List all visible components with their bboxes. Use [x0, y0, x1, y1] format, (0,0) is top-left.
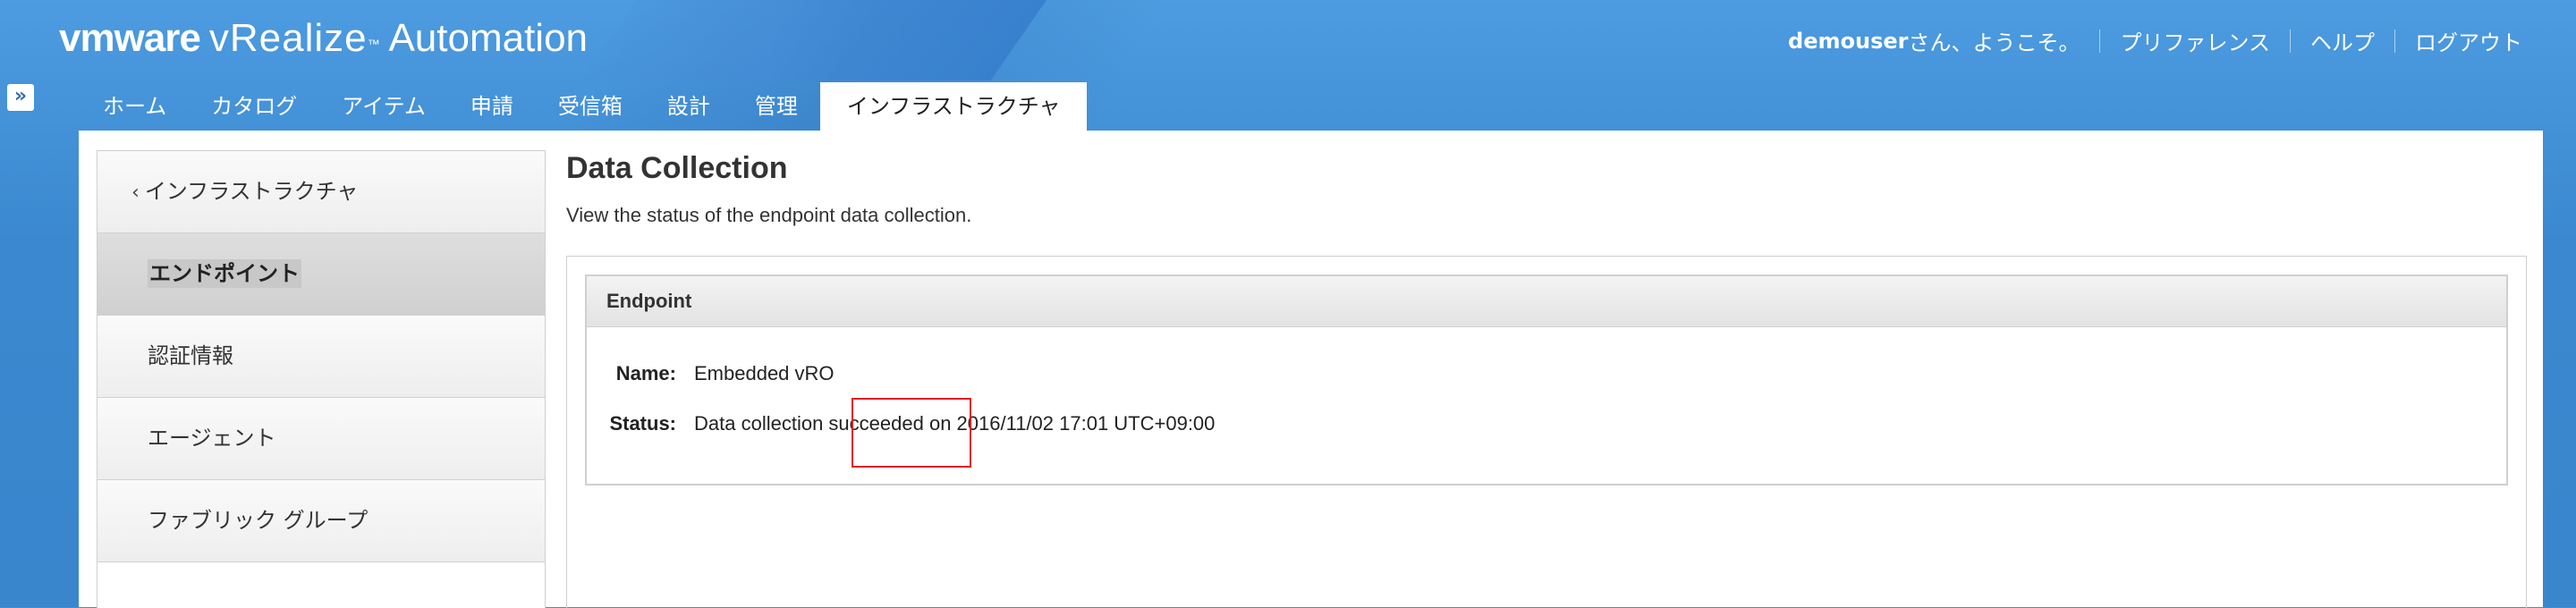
logout-link[interactable]: ログアウト — [2415, 25, 2522, 56]
annotation-highlight-box — [852, 398, 971, 468]
app-logo: vmware vRealize™ Automation — [59, 16, 588, 61]
sidebar-item-fabric-groups[interactable]: ファブリック グループ — [97, 480, 545, 562]
chevron-left-icon: ‹ — [131, 182, 140, 204]
sidebar-item-credentials[interactable]: 認証情報 — [97, 316, 545, 398]
sidebar-item-label: ファブリック グループ — [148, 508, 369, 533]
status-prefix: Data collection — [694, 412, 829, 435]
sidebar-item-agents[interactable]: エージェント — [97, 398, 545, 480]
divider — [2394, 29, 2395, 53]
content-area: Data Collection View the status of the e… — [566, 150, 2534, 608]
main-content: ‹ インフラストラクチャ エンドポイント 認証情報 エージェント ファブリック グ… — [79, 131, 2543, 608]
tab-requests[interactable]: 申請 — [448, 82, 536, 131]
tab-inbox[interactable]: 受信箱 — [536, 82, 645, 131]
sidebar-back-link[interactable]: ‹ インフラストラクチャ — [97, 151, 545, 233]
header-decoration — [581, 0, 1046, 80]
tab-administration[interactable]: 管理 — [733, 82, 820, 131]
name-row: Name: Embedded vRO — [603, 362, 835, 385]
main-tabs: ホーム カタログ アイテム 申請 受信箱 設計 管理 インフラストラクチャ — [80, 82, 1088, 131]
user-name: demouser — [1788, 28, 1909, 54]
details-container: Endpoint Name: Embedded vRO Status: Data c… — [566, 256, 2527, 608]
preferences-link[interactable]: プリファレンス — [2120, 25, 2270, 56]
help-link[interactable]: ヘルプ — [2310, 25, 2375, 56]
panel-header: Endpoint — [587, 276, 2506, 327]
divider — [2099, 29, 2101, 53]
page-subtitle: View the status of the endpoint data col… — [566, 204, 972, 226]
sidebar-back-label: インフラストラクチャ — [144, 179, 359, 204]
status-label: Status: — [609, 412, 676, 435]
trademark-mark: ™ — [367, 37, 380, 51]
tab-catalog[interactable]: カタログ — [189, 82, 319, 131]
product-suffix: Automation — [388, 16, 589, 60]
name-label: Name: — [615, 362, 676, 384]
sidebar-item-label: 認証情報 — [148, 343, 233, 368]
sidebar-item-endpoints[interactable]: エンドポイント — [97, 233, 545, 316]
tab-infrastructure[interactable]: インフラストラクチャ — [819, 82, 1088, 131]
tab-design[interactable]: 設計 — [645, 82, 733, 131]
vmware-logo: vmware — [59, 16, 201, 60]
name-value: Embedded vRO — [694, 362, 835, 384]
expand-panel-icon[interactable]: » — [7, 84, 34, 111]
divider — [2290, 29, 2291, 53]
tab-home[interactable]: ホーム — [80, 82, 189, 131]
product-name: vRealize — [208, 16, 368, 60]
welcome-text: さん、ようこそ。 — [1908, 30, 2080, 55]
tab-items[interactable]: アイテム — [319, 82, 448, 131]
sidebar: ‹ インフラストラクチャ エンドポイント 認証情報 エージェント ファブリック グ… — [97, 150, 546, 608]
sidebar-item-label: エージェント — [148, 426, 276, 451]
page-title: Data Collection — [566, 151, 788, 185]
user-links: demouser さん、ようこそ。 プリファレンス ヘルプ ログアウト — [1788, 25, 2522, 56]
endpoint-panel: Endpoint Name: Embedded vRO Status: Data c… — [585, 274, 2508, 486]
sidebar-item-label: エンドポイント — [148, 259, 301, 288]
